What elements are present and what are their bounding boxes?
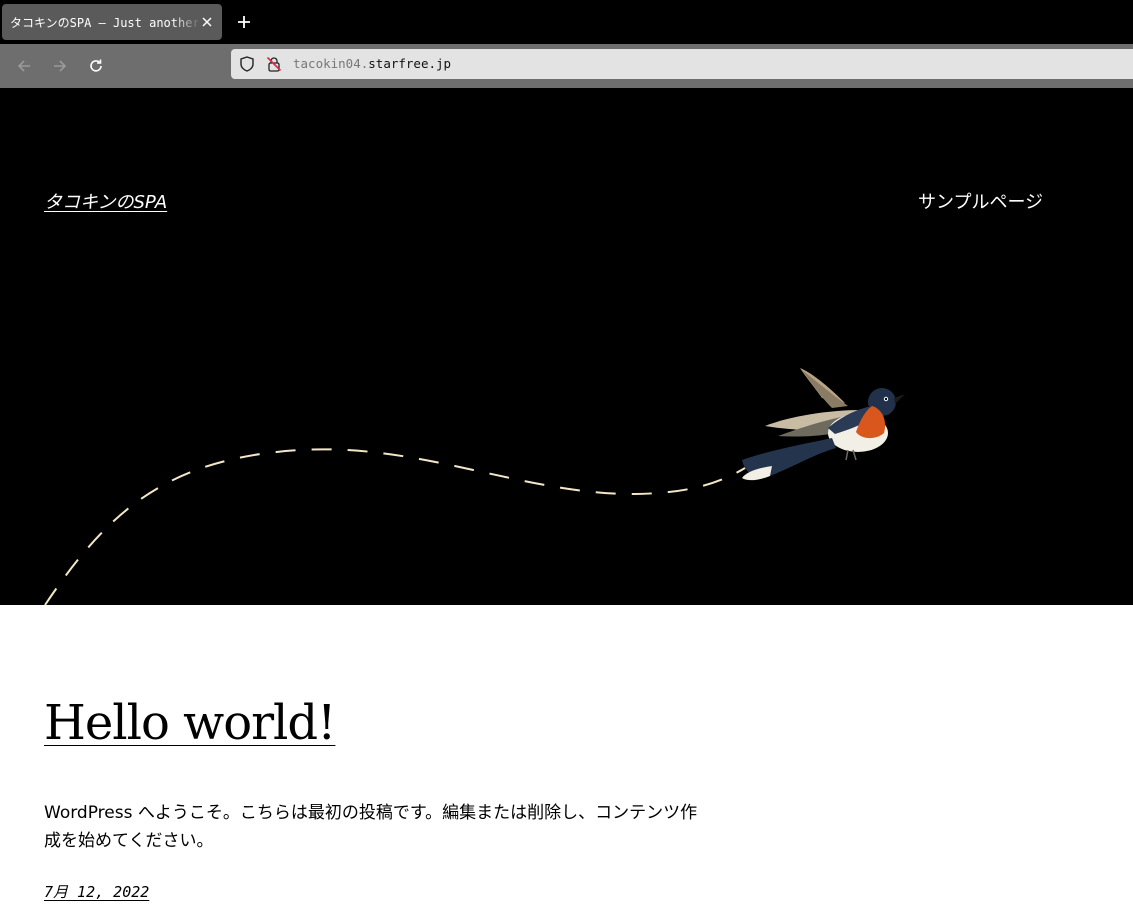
nav-sample-page-link[interactable]: サンプルページ (918, 188, 1043, 214)
insecure-lock-icon[interactable] (266, 56, 282, 72)
header-illustration (44, 368, 905, 605)
reload-icon[interactable] (85, 55, 107, 77)
flight-path (44, 448, 746, 605)
close-icon[interactable] (198, 13, 216, 31)
arrow-right-icon[interactable] (49, 55, 71, 77)
site-title-link[interactable]: タコキンのSPA (44, 188, 167, 214)
browser-tab[interactable]: タコキンのSPA – Just another WordPress site (2, 4, 222, 40)
address-bar[interactable]: tacokin04.starfree.jp (231, 49, 1133, 79)
shield-icon[interactable] (239, 56, 255, 72)
post-title-link[interactable]: Hello world! (44, 693, 336, 753)
arrow-left-icon[interactable] (13, 55, 35, 77)
site-header: タコキンのSPA サンプルページ (0, 88, 1133, 605)
tab-title: タコキンのSPA – Just another WordPress site (10, 16, 198, 30)
post-excerpt: WordPress へようこそ。こちらは最初の投稿です。編集または削除し、コンテ… (44, 803, 698, 851)
plus-icon[interactable] (234, 12, 254, 32)
main-content: Hello world! WordPress へようこそ。こちらは最初の投稿です… (0, 605, 1133, 914)
bird-icon (742, 368, 905, 481)
browser-nav-bar: tacokin04.starfree.jp (0, 44, 1133, 88)
post-date-link[interactable]: 7月 12, 2022 (44, 881, 149, 902)
url-text[interactable]: tacokin04.starfree.jp (293, 55, 451, 73)
browser-tab-bar: タコキンのSPA – Just another WordPress site (0, 0, 1133, 44)
